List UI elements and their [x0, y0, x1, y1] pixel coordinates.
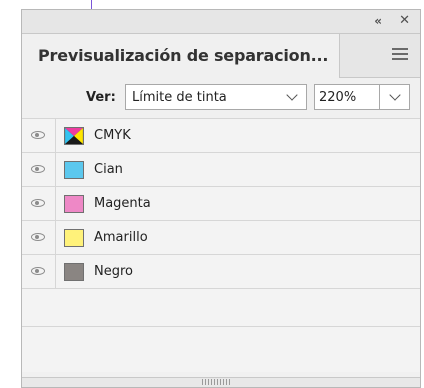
empty-row [22, 326, 420, 372]
visibility-toggle[interactable] [22, 221, 56, 254]
magenta-swatch [64, 195, 84, 213]
close-icon[interactable]: ✕ [399, 13, 410, 29]
separation-row-cian[interactable]: Cian [22, 152, 420, 186]
eye-icon[interactable] [31, 131, 45, 139]
resize-grip-icon[interactable] [202, 379, 232, 385]
separation-name: Amarillo [94, 230, 148, 245]
view-mode-value: Límite de tinta [132, 90, 227, 105]
panel-bottom-bar [22, 377, 420, 387]
view-label: Ver: [86, 90, 116, 105]
separation-name: Cian [94, 162, 123, 177]
ink-limit-value[interactable]: 220% [319, 90, 356, 105]
separation-row-cmyk[interactable]: CMYK [22, 118, 420, 152]
combo-divider [379, 85, 380, 109]
eye-icon[interactable] [31, 233, 45, 241]
separation-row-amarillo[interactable]: Amarillo [22, 220, 420, 254]
separations-list: CMYK Cian Magenta Amarillo Negro [22, 118, 420, 372]
tab-separations-preview[interactable]: Previsualización de separacion... [22, 34, 340, 78]
collapse-icon[interactable]: « [374, 13, 382, 29]
visibility-toggle[interactable] [22, 255, 56, 288]
panel-tab-row: Previsualización de separacion... [22, 34, 420, 78]
panel-titlebar[interactable]: « ✕ [22, 10, 420, 34]
eye-icon[interactable] [31, 165, 45, 173]
separation-name: Negro [94, 264, 133, 279]
yellow-swatch [64, 229, 84, 247]
chevron-down-icon[interactable] [389, 89, 401, 101]
panel-menu-icon[interactable] [392, 48, 408, 62]
visibility-toggle[interactable] [22, 153, 56, 186]
cyan-swatch [64, 161, 84, 179]
visibility-toggle[interactable] [22, 187, 56, 220]
separation-name: Magenta [94, 196, 151, 211]
chevron-down-icon [286, 89, 298, 101]
view-row: Ver: Límite de tinta 220% [22, 78, 420, 118]
ink-limit-combo[interactable]: 220% [314, 84, 410, 110]
cmyk-swatch-icon [64, 127, 84, 145]
separations-preview-panel: « ✕ Previsualización de separacion... Ve… [21, 9, 421, 388]
panel-title: Previsualización de separacion... [38, 46, 329, 65]
separation-row-magenta[interactable]: Magenta [22, 186, 420, 220]
eye-icon[interactable] [31, 199, 45, 207]
visibility-toggle[interactable] [22, 119, 56, 152]
empty-row [22, 288, 420, 326]
view-mode-select[interactable]: Límite de tinta [125, 84, 307, 110]
eye-icon[interactable] [31, 267, 45, 275]
separation-row-negro[interactable]: Negro [22, 254, 420, 288]
black-swatch [64, 263, 84, 281]
separation-name: CMYK [94, 128, 131, 143]
